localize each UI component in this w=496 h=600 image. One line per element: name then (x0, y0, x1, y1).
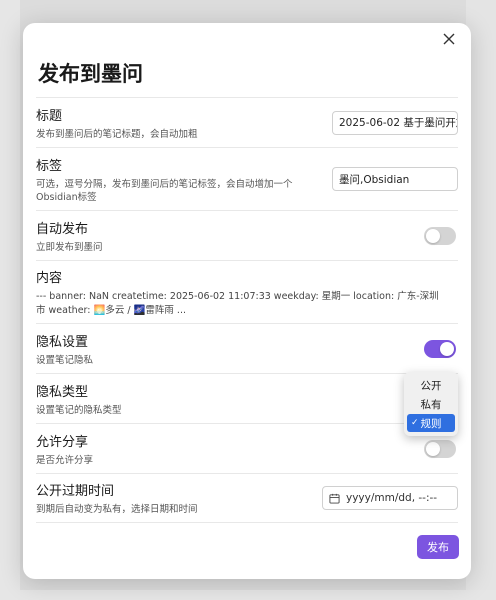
option-label: 公开 (420, 379, 442, 392)
expire-datetime-input[interactable]: yyyy/mm/dd, --:-- (322, 486, 458, 510)
setting-allow-share: 允许分享 是否允许分享 (36, 423, 458, 473)
allow-share-toggle[interactable] (424, 439, 456, 458)
setting-privacy-type: 隐私类型 设置笔记的隐私类型 (36, 373, 458, 423)
tags-input[interactable]: 墨问,Obsidian (332, 167, 458, 191)
publish-dialog: 发布到墨问 标题 发布到墨问后的笔记标题，会自动加粗 2025-06-02 基于… (23, 23, 471, 579)
option-label: 规则 (420, 417, 442, 430)
setting-label: 隐私类型 (36, 384, 89, 400)
option-rule[interactable]: ✓ 规则 (407, 414, 455, 432)
setting-desc: 到期后自动变为私有，选择日期和时间 (36, 504, 198, 515)
expire-placeholder: yyyy/mm/dd, --:-- (346, 492, 438, 504)
setting-desc: 可选，逗号分隔，发布到墨问后的笔记标签，会自动增加一个Obsidian标签 (36, 178, 293, 203)
setting-privacy: 隐私设置 设置笔记隐私 (36, 323, 458, 373)
dialog-title: 发布到墨问 (38, 62, 143, 86)
settings-list: 标题 发布到墨问后的笔记标题，会自动加粗 2025-06-02 基于墨问开放 标… (36, 97, 458, 523)
option-label: 私有 (420, 398, 442, 411)
setting-desc: 设置笔记的隐私类型 (36, 404, 122, 416)
auto-publish-toggle[interactable] (424, 226, 456, 245)
privacy-toggle[interactable] (424, 339, 456, 358)
setting-label: 标签 (36, 158, 63, 174)
setting-content: 内容 --- banner: NaN createtime: 2025-06-0… (36, 260, 458, 323)
setting-tags: 标签 可选，逗号分隔，发布到墨问后的笔记标签，会自动增加一个Obsidian标签… (36, 147, 458, 210)
setting-label: 允许分享 (36, 434, 89, 450)
setting-label: 内容 (36, 270, 63, 286)
privacy-type-dropdown[interactable]: 公开 私有 ✓ 规则 (404, 372, 458, 436)
setting-auto-publish: 自动发布 立即发布到墨问 (36, 210, 458, 260)
setting-desc: 发布到墨问后的笔记标题，会自动加粗 (36, 128, 198, 140)
title-input[interactable]: 2025-06-02 基于墨问开放 (332, 110, 458, 135)
setting-expire: 公开过期时间 到期后自动变为私有，选择日期和时间 yyyy/mm/dd, --:… (36, 473, 458, 523)
close-icon (443, 33, 455, 45)
setting-desc: 是否允许分享 (36, 454, 94, 466)
setting-label: 自动发布 (36, 221, 89, 237)
check-icon: ✓ (411, 418, 419, 428)
setting-title: 标题 发布到墨问后的笔记标题，会自动加粗 2025-06-02 基于墨问开放 (36, 97, 458, 147)
background-footer (0, 590, 496, 600)
calendar-icon (329, 493, 340, 504)
close-button[interactable] (439, 29, 459, 49)
setting-label: 公开过期时间 (36, 484, 115, 499)
content-preview: --- banner: NaN createtime: 2025-06-02 1… (36, 290, 439, 316)
background-sidebar (0, 0, 20, 600)
setting-label: 标题 (36, 108, 63, 124)
setting-desc: 设置笔记隐私 (36, 354, 94, 366)
setting-desc: 立即发布到墨问 (36, 241, 103, 253)
setting-label: 隐私设置 (36, 334, 89, 350)
option-public[interactable]: 公开 (407, 376, 455, 394)
publish-button[interactable]: 发布 (417, 535, 459, 559)
option-private[interactable]: 私有 (407, 395, 455, 413)
